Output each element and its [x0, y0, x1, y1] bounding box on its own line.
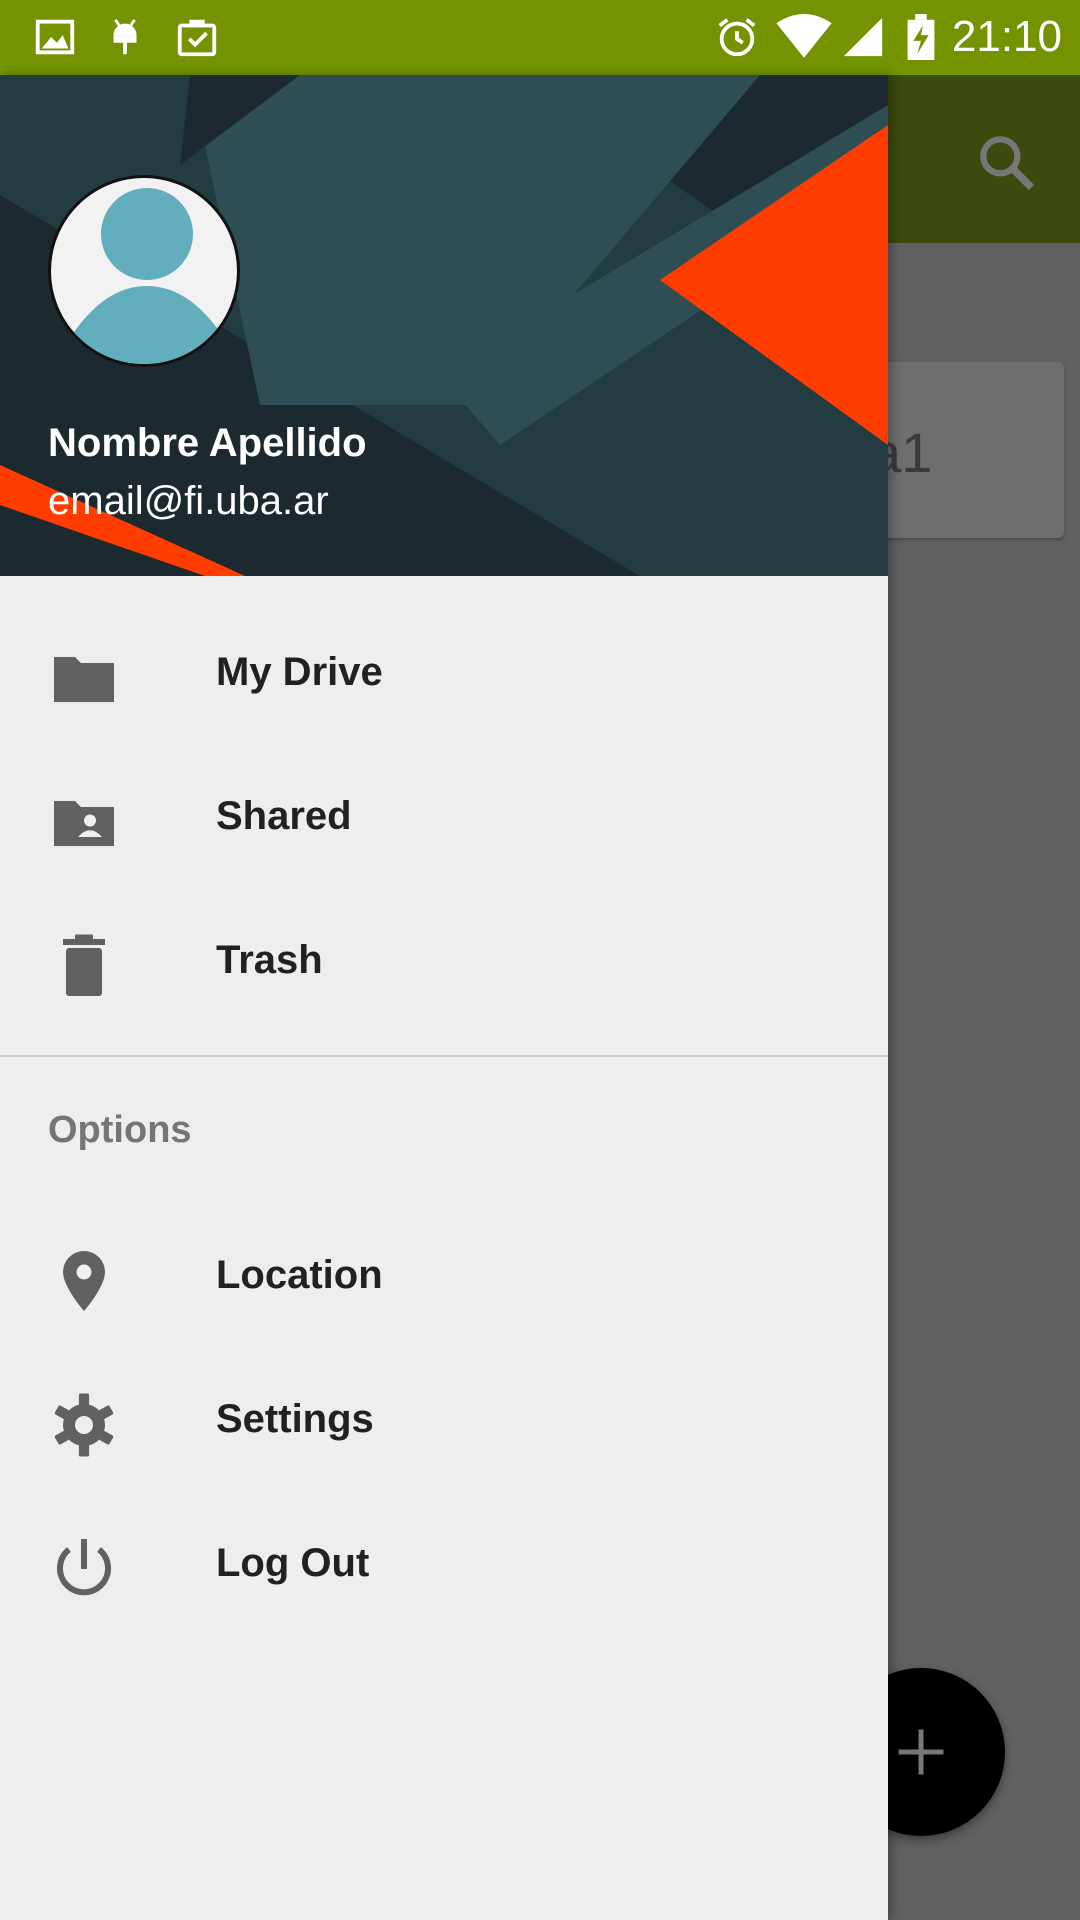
image-icon — [35, 19, 75, 55]
status-time: 21:10 — [951, 12, 1062, 61]
drawer-header: Nombre Apellido email@fi.uba.ar — [0, 75, 888, 576]
options-section-title: Options — [48, 1109, 192, 1151]
nav-item-location[interactable]: Location — [0, 1203, 888, 1347]
nav-item-label: Shared — [216, 794, 352, 838]
wifi-icon — [776, 14, 832, 58]
divider — [0, 1055, 888, 1057]
nav-item-label: Trash — [216, 938, 323, 982]
avatar[interactable] — [48, 175, 240, 367]
nav-item-settings[interactable]: Settings — [0, 1347, 888, 1491]
gear-icon — [54, 1393, 114, 1457]
navigation-drawer: Nombre Apellido email@fi.uba.ar My Drive… — [0, 75, 888, 1920]
nav-item-my-drive[interactable]: My Drive — [0, 600, 888, 744]
trash-icon — [63, 934, 105, 996]
android-icon — [113, 18, 137, 55]
status-bar: 21:10 — [0, 0, 1080, 75]
clipboard-check-icon — [177, 19, 217, 57]
folder-icon — [54, 657, 114, 702]
nav-item-label: Settings — [216, 1397, 374, 1441]
battery-charging-icon — [907, 14, 935, 60]
user-email: email@fi.uba.ar — [48, 479, 329, 523]
power-icon — [57, 1539, 111, 1596]
nav-item-label: My Drive — [216, 650, 383, 694]
nav-item-shared[interactable]: Shared — [0, 744, 888, 888]
user-name: Nombre Apellido — [48, 421, 367, 465]
alarm-icon — [718, 18, 756, 57]
plus-icon — [898, 1729, 944, 1775]
nav-item-label: Log Out — [216, 1541, 370, 1585]
person-icon — [65, 188, 229, 364]
nav-item-trash[interactable]: Trash — [0, 888, 888, 1032]
nav-item-label: Location — [216, 1253, 383, 1297]
nav-item-log-out[interactable]: Log Out — [0, 1491, 888, 1635]
signal-icon — [843, 17, 883, 57]
shared-folder-icon — [54, 801, 114, 846]
location-pin-icon — [63, 1251, 105, 1311]
search-icon[interactable] — [972, 128, 1040, 196]
